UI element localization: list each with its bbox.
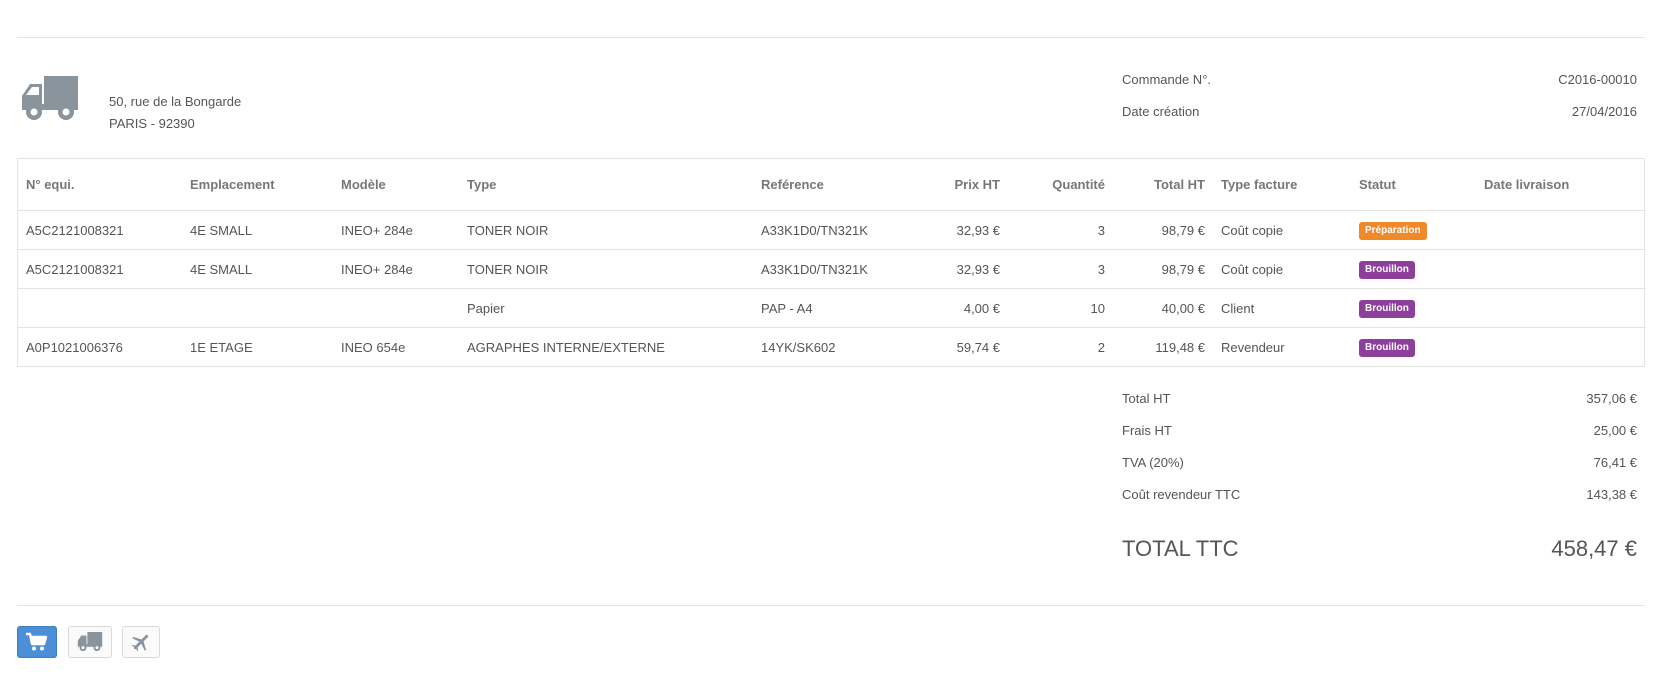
cell-location: 4E SMALL	[182, 210, 333, 250]
shipping-button[interactable]	[122, 626, 160, 658]
cell-equip: A5C2121008321	[18, 249, 182, 289]
cell-qty: 10	[1008, 288, 1113, 328]
cart-button[interactable]	[17, 626, 57, 658]
col-header-type: Type	[459, 159, 753, 211]
cell-model: INEO 654e	[341, 339, 406, 355]
cell-price: 32,93 €	[903, 210, 1008, 250]
col-header-invoice-type: Type facture	[1213, 159, 1351, 211]
cell-invoice-type: Revendeur	[1221, 339, 1285, 355]
cell-reference: 14YK/SK602	[761, 339, 836, 355]
cell-location	[182, 288, 333, 328]
total-ttc-value: 458,47 €	[1551, 536, 1637, 561]
plane-icon	[131, 634, 149, 652]
truck-icon	[22, 76, 78, 120]
cell-model	[333, 288, 459, 328]
cell-total: 40,00 €	[1113, 288, 1213, 328]
tva-value: 76,41 €	[1593, 455, 1637, 470]
truck-icon	[77, 632, 103, 652]
cell-qty: 2	[1097, 339, 1105, 355]
bottom-divider	[17, 605, 1645, 606]
table-row: A5C2121008321 4E SMALL INEO+ 284e TONER …	[18, 249, 1646, 289]
col-header-total: Total HT	[1113, 159, 1213, 211]
cell-qty: 3	[1008, 210, 1113, 250]
order-meta: Commande N°. C2016-00010 Date création 2…	[1122, 70, 1637, 134]
cell-equip	[18, 288, 182, 328]
cell-status: Brouillon	[1351, 288, 1476, 328]
cell-reference: PAP - A4	[753, 288, 903, 328]
top-divider	[17, 37, 1645, 38]
col-header-model: Modèle	[333, 159, 459, 211]
order-number-label: Commande N°.	[1122, 72, 1212, 87]
cell-invoice-type: Coût copie	[1213, 249, 1351, 289]
cell-type: TONER NOIR	[459, 210, 753, 250]
status-badge: Brouillon	[1359, 299, 1415, 318]
cell-qty: 3	[1008, 249, 1113, 289]
cell-delivery	[1476, 249, 1646, 289]
order-date-value: 27/04/2016	[1571, 104, 1637, 119]
total-ht-value: 357,06 €	[1586, 391, 1637, 406]
table-header-row: N° equi. Emplacement Modèle Type Reféren…	[18, 159, 1646, 211]
table-row: Papier PAP - A4 4,00 € 10 40,00 € Client…	[18, 288, 1646, 328]
cell-delivery	[1476, 210, 1646, 250]
col-header-status: Statut	[1351, 159, 1476, 211]
cell-equip: A0P1021006376	[26, 339, 123, 355]
total-ttc-label: TOTAL TTC	[1122, 536, 1239, 561]
status-badge: Préparation	[1359, 221, 1427, 240]
cell-type: AGRAPHES INTERNE/EXTERNE	[467, 339, 665, 355]
cell-reference: A33K1D0/TN321K	[753, 210, 903, 250]
cell-price: 32,93 €	[903, 249, 1008, 289]
cell-location: 4E SMALL	[182, 249, 333, 289]
table-row: A5C2121008321 4E SMALL INEO+ 284e TONER …	[18, 210, 1646, 250]
cell-model: INEO+ 284e	[333, 210, 459, 250]
totals-summary: Total HT 357,06 € Frais HT 25,00 € TVA (…	[1122, 389, 1637, 517]
address-line2: PARIS - 92390	[109, 116, 195, 131]
frais-ht-value: 25,00 €	[1593, 423, 1637, 438]
cell-invoice-type: Client	[1213, 288, 1351, 328]
grand-total: TOTAL TTC 458,47 €	[1122, 536, 1637, 562]
cell-delivery	[1476, 288, 1646, 328]
col-header-delivery: Date livraison	[1476, 159, 1646, 211]
cell-total: 98,79 €	[1113, 210, 1213, 250]
cell-reference: A33K1D0/TN321K	[753, 249, 903, 289]
cell-model: INEO+ 284e	[333, 249, 459, 289]
cell-price: 4,00 €	[903, 288, 1008, 328]
cout-revendeur-label: Coût revendeur TTC	[1122, 487, 1241, 502]
order-date-label: Date création	[1122, 104, 1200, 119]
address-line1: 50, rue de la Bongarde	[109, 94, 242, 109]
frais-ht-label: Frais HT	[1122, 423, 1172, 438]
cell-total: 119,48 €	[1155, 339, 1205, 355]
cell-location: 1E ETAGE	[190, 339, 253, 355]
col-header-reference: Reférence	[753, 159, 903, 211]
cell-type: TONER NOIR	[459, 249, 753, 289]
cell-status: Brouillon	[1351, 249, 1476, 289]
col-header-location: Emplacement	[182, 159, 333, 211]
total-ht-label: Total HT	[1122, 391, 1171, 406]
cell-total: 98,79 €	[1113, 249, 1213, 289]
tva-label: TVA (20%)	[1122, 455, 1184, 470]
table-row: A0P1021006376 1E ETAGE INEO 654e AGRAPHE…	[18, 328, 1646, 367]
cell-type: Papier	[459, 288, 753, 328]
order-number-value: C2016-00010	[1558, 72, 1637, 87]
col-header-price: Prix HT	[903, 159, 1008, 211]
cell-equip: A5C2121008321	[18, 210, 182, 250]
status-badge: Brouillon	[1359, 338, 1415, 357]
cart-icon	[26, 632, 48, 651]
col-header-qty: Quantité	[1008, 159, 1113, 211]
cell-delivery	[1476, 328, 1646, 367]
col-header-equip: N° equi.	[18, 159, 182, 211]
order-lines-table: N° equi. Emplacement Modèle Type Reféren…	[17, 158, 1646, 367]
status-badge: Brouillon	[1359, 260, 1415, 279]
cell-status: Brouillon	[1351, 328, 1476, 367]
cell-price: 59,74 €	[956, 339, 1000, 355]
delivery-button[interactable]	[68, 626, 112, 658]
cout-revendeur-value: 143,38 €	[1586, 487, 1637, 502]
cell-status: Préparation	[1351, 210, 1476, 250]
delivery-address: 50, rue de la Bongarde PARIS - 92390	[109, 91, 241, 135]
cell-invoice-type: Coût copie	[1213, 210, 1351, 250]
